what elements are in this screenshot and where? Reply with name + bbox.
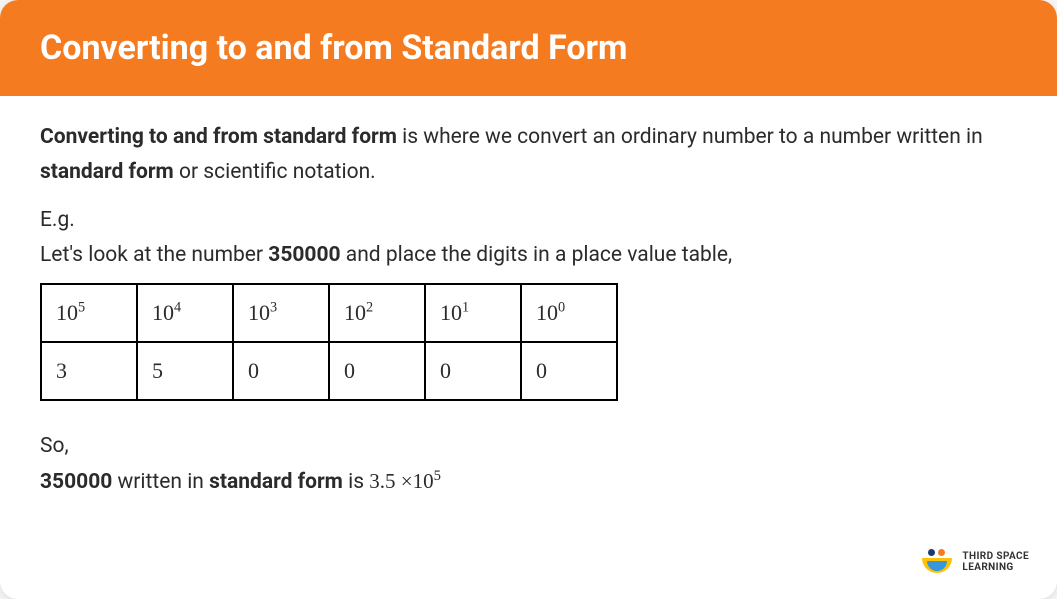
intro-text-2: or scientific notation. — [174, 160, 376, 184]
lesson-card: Converting to and from Standard Form Con… — [0, 0, 1057, 599]
pv-digit: 3 — [41, 342, 137, 400]
pv-exp: 4 — [174, 299, 181, 315]
pv-base: 10 — [344, 300, 366, 325]
pv-digit: 5 — [137, 342, 233, 400]
pv-exp: 1 — [462, 299, 469, 315]
table-digit-row: 3 5 0 0 0 0 — [41, 342, 617, 400]
example-label: E.g. — [40, 203, 1017, 238]
pv-exp: 2 — [366, 299, 373, 315]
card-header: Converting to and from Standard Form — [0, 0, 1057, 96]
table-header-row: 105 104 103 102 101 100 — [41, 284, 617, 342]
pv-base: 10 — [536, 300, 558, 325]
result-times: × — [396, 469, 413, 493]
pv-exp: 0 — [558, 299, 565, 315]
intro-paragraph: Converting to and from standard form is … — [40, 120, 1017, 189]
brand-line1: THIRD SPACE — [962, 551, 1029, 563]
result-base: 10 — [413, 469, 434, 493]
card-content: Converting to and from standard form is … — [0, 96, 1057, 523]
lets-look-post: and place the digits in a place value ta… — [341, 243, 733, 267]
pv-exp: 3 — [270, 299, 277, 315]
pv-digit: 0 — [233, 342, 329, 400]
pv-base: 10 — [248, 300, 270, 325]
intro-text-1: is where we convert an ordinary number t… — [397, 125, 983, 149]
brand-line2: LEARNING — [962, 562, 1029, 574]
result-sf: standard form — [209, 470, 343, 494]
pv-header: 104 — [137, 284, 233, 342]
result-exp: 5 — [434, 468, 441, 484]
pv-header: 105 — [41, 284, 137, 342]
result-coef: 3.5 — [369, 469, 395, 493]
pv-digit: 0 — [329, 342, 425, 400]
pv-base: 10 — [152, 300, 174, 325]
pv-digit: 0 — [521, 342, 617, 400]
pv-base: 10 — [56, 300, 78, 325]
brand-logo: THIRD SPACE LEARNING — [920, 549, 1029, 575]
pv-exp: 5 — [78, 299, 85, 315]
example-intro: Let's look at the number 350000 and plac… — [40, 238, 1017, 273]
intro-bold-lead: Converting to and from standard form — [40, 125, 397, 149]
logo-icon — [920, 549, 954, 575]
pv-header: 101 — [425, 284, 521, 342]
place-value-table: 105 104 103 102 101 100 3 5 0 0 0 0 — [40, 283, 618, 402]
result-number: 350000 — [40, 470, 112, 494]
pv-base: 10 — [440, 300, 462, 325]
result-mid1: written in — [112, 470, 209, 494]
brand-text: THIRD SPACE LEARNING — [962, 551, 1029, 574]
pv-header: 100 — [521, 284, 617, 342]
intro-bold-mid: standard form — [40, 160, 174, 184]
so-label: So, — [40, 429, 1017, 464]
page-title: Converting to and from Standard Form — [40, 28, 628, 68]
result-mid2: is — [343, 470, 369, 494]
lets-look-number: 350000 — [268, 243, 340, 267]
lets-look-pre: Let's look at the number — [40, 243, 268, 267]
pv-header: 103 — [233, 284, 329, 342]
pv-digit: 0 — [425, 342, 521, 400]
pv-header: 102 — [329, 284, 425, 342]
result-line: 350000 written in standard form is 3.5 ×… — [40, 464, 1017, 500]
